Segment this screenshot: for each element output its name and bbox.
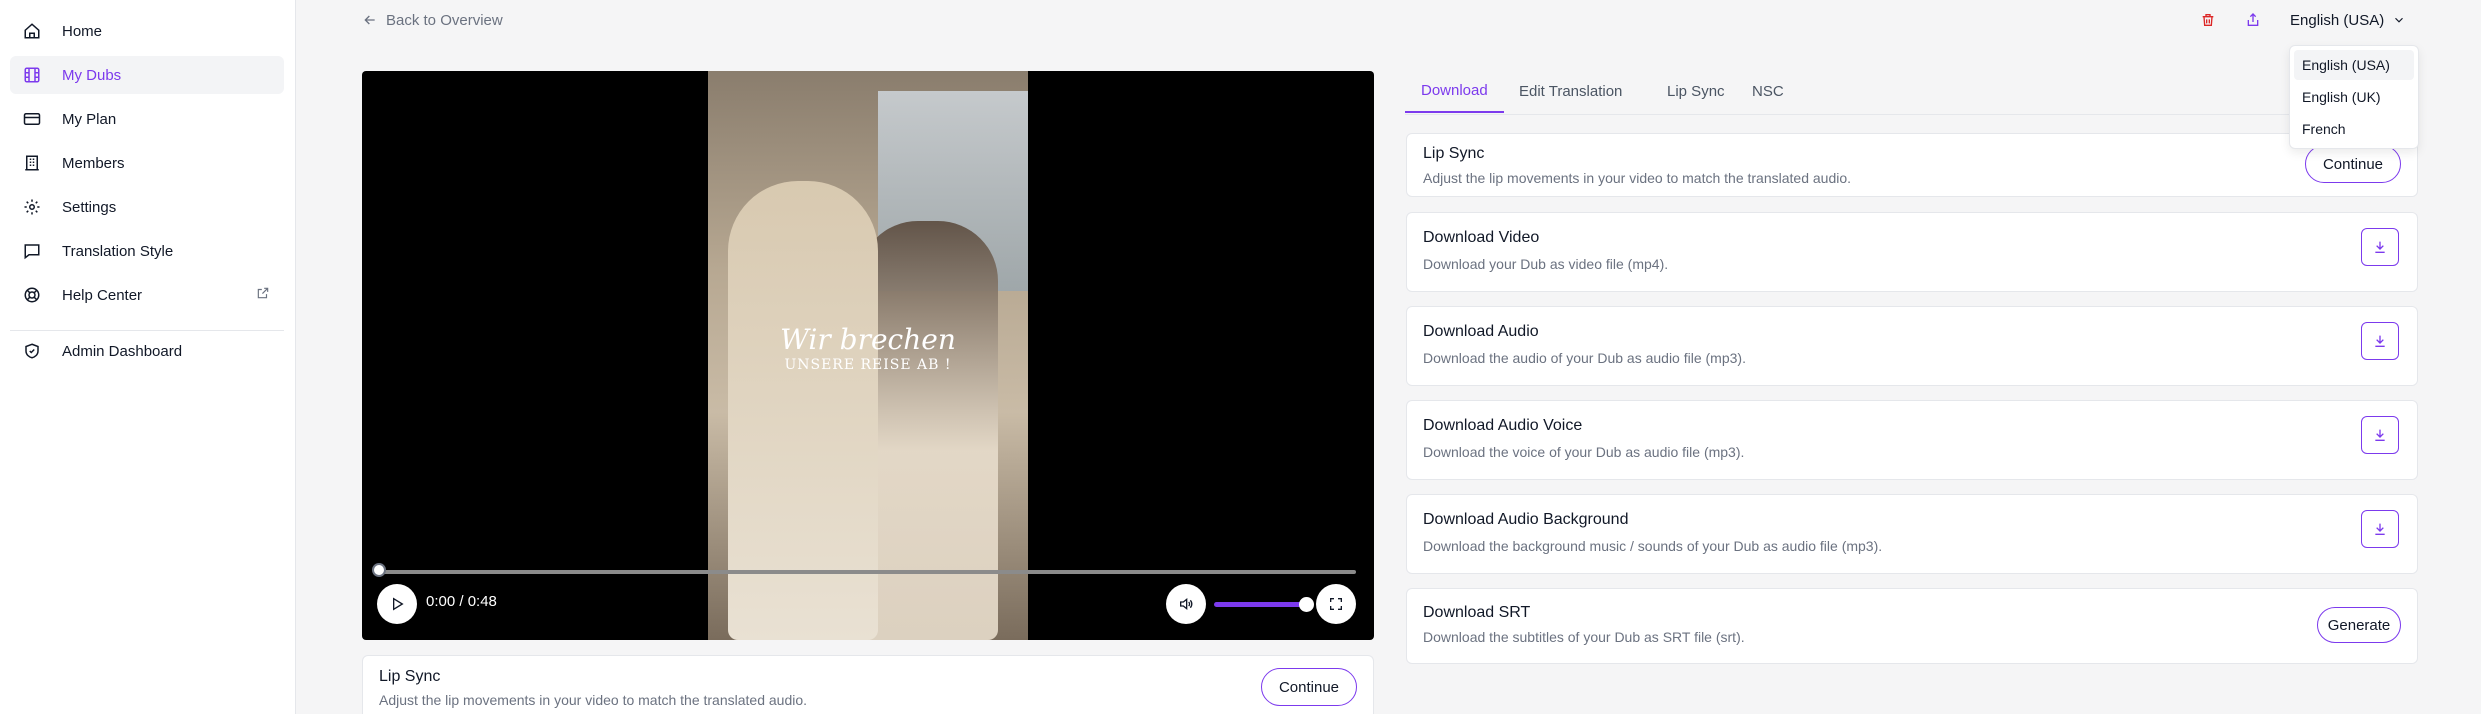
fullscreen-button[interactable]	[1316, 584, 1356, 624]
language-select-value: English (USA)	[2290, 11, 2385, 29]
video-person-driver	[858, 221, 998, 640]
language-option[interactable]: English (USA)	[2294, 50, 2414, 80]
download-audio-card: Download Audio Download the audio of you…	[1406, 306, 2418, 386]
tab-download[interactable]: Download	[1405, 70, 1504, 113]
download-icon	[2375, 335, 2385, 347]
sidebar-item-label: Help Center	[62, 286, 143, 304]
sidebar: Home My Dubs My Plan Members Settings Tr…	[0, 0, 296, 714]
download-voice-button[interactable]	[2361, 416, 2399, 454]
video-progress-bar[interactable]	[380, 570, 1356, 574]
volume-knob[interactable]	[1299, 597, 1314, 612]
download-icon	[2375, 241, 2385, 253]
building-icon	[22, 153, 42, 173]
language-dropdown: English (USA) English (UK) French	[2289, 45, 2419, 149]
sidebar-item-label: Home	[62, 22, 103, 40]
sidebar-item-admin-dashboard[interactable]: Admin Dashboard	[10, 332, 284, 370]
card-description: Adjust the lip movements in your video t…	[1423, 170, 1852, 186]
gear-icon	[22, 197, 42, 217]
sidebar-item-home[interactable]: Home	[10, 12, 284, 50]
video-caption-line2: UNSERE REISE AB !	[784, 357, 952, 373]
download-srt-card: Download SRT Download the subtitles of y…	[1406, 588, 2418, 664]
download-audio-voice-card: Download Audio Voice Download the voice …	[1406, 400, 2418, 480]
language-select[interactable]: English (USA)	[2290, 6, 2420, 34]
sidebar-item-label: My Dubs	[62, 66, 122, 84]
volume-icon	[1180, 597, 1193, 611]
back-to-overview-link[interactable]: Back to Overview	[362, 8, 503, 32]
card-description: Download the voice of your Dub as audio …	[1423, 444, 1745, 460]
sidebar-item-label: Admin Dashboard	[62, 342, 183, 360]
sidebar-item-label: My Plan	[62, 110, 117, 128]
card-description: Download the audio of your Dub as audio …	[1423, 350, 1746, 366]
video-progress-knob[interactable]	[372, 563, 386, 577]
card-title: Download Video	[1423, 229, 1540, 246]
sidebar-item-my-plan[interactable]: My Plan	[10, 100, 284, 138]
download-icon	[2375, 523, 2385, 535]
sidebar-item-label: Members	[62, 154, 125, 172]
share-button[interactable]	[2237, 6, 2269, 34]
card-description: Download your Dub as video file (mp4).	[1423, 256, 1669, 272]
tab-bar: Download Edit Translation Lip Sync NSC	[1405, 70, 2415, 115]
download-video-button[interactable]	[2361, 228, 2399, 266]
sidebar-item-label: Settings	[62, 198, 117, 216]
lip-sync-card-bottom: Lip Sync Adjust the lip movements in you…	[362, 655, 1374, 714]
language-option[interactable]: French	[2294, 114, 2414, 144]
volume-slider[interactable]	[1214, 602, 1306, 607]
lip-sync-card: Lip Sync Adjust the lip movements in you…	[1406, 133, 2418, 197]
video-caption-line1: Wir brechen	[780, 323, 956, 356]
generate-button[interactable]: Generate	[2317, 607, 2401, 643]
download-icon	[2375, 429, 2385, 441]
download-audio-background-card: Download Audio Background Download the b…	[1406, 494, 2418, 574]
download-background-button[interactable]	[2361, 510, 2399, 548]
shield-icon	[22, 341, 42, 361]
card-description: Download the background music / sounds o…	[1423, 538, 1883, 554]
play-button[interactable]	[377, 584, 417, 624]
card-title: Download SRT	[1423, 604, 1531, 621]
lifebuoy-icon	[22, 285, 42, 305]
video-time: 0:00 / 0:48	[426, 593, 497, 610]
chat-icon	[22, 241, 42, 261]
mute-button[interactable]	[1166, 584, 1206, 624]
video-player[interactable]: Wir brechen UNSERE REISE AB ! 0:00 / 0:4…	[362, 71, 1374, 640]
arrow-left-icon	[364, 15, 375, 25]
card-title: Download Audio	[1423, 323, 1539, 340]
sidebar-divider	[10, 330, 284, 331]
back-label: Back to Overview	[386, 11, 503, 29]
trash-icon	[2202, 14, 2214, 26]
sidebar-item-settings[interactable]: Settings	[10, 188, 284, 226]
play-icon	[393, 597, 404, 611]
download-audio-button[interactable]	[2361, 322, 2399, 360]
film-icon	[22, 65, 42, 85]
continue-button[interactable]: Continue	[2305, 145, 2401, 183]
credit-card-icon	[22, 109, 42, 129]
sidebar-item-help-center[interactable]: Help Center	[10, 276, 284, 314]
tab-edit-translation[interactable]: Edit Translation	[1503, 70, 1638, 113]
sidebar-item-my-dubs[interactable]: My Dubs	[10, 56, 284, 94]
card-title: Download Audio Background	[1423, 511, 1629, 528]
card-title: Lip Sync	[1423, 145, 1485, 162]
card-description: Adjust the lip movements in your video t…	[379, 692, 808, 708]
download-video-card: Download Video Download your Dub as vide…	[1406, 212, 2418, 292]
share-icon	[2247, 13, 2259, 26]
continue-button[interactable]: Continue	[1261, 668, 1357, 706]
tab-nsc[interactable]: NSC	[1736, 70, 1800, 113]
fullscreen-icon	[1330, 598, 1342, 610]
home-icon	[22, 21, 42, 41]
chevron-down-icon	[2395, 17, 2404, 23]
sidebar-item-translation-style[interactable]: Translation Style	[10, 232, 284, 270]
tab-lip-sync[interactable]: Lip Sync	[1651, 70, 1741, 113]
sidebar-item-members[interactable]: Members	[10, 144, 284, 182]
sidebar-item-label: Translation Style	[62, 242, 174, 260]
delete-button[interactable]	[2192, 6, 2224, 34]
language-option[interactable]: English (UK)	[2294, 82, 2414, 112]
card-description: Download the subtitles of your Dub as SR…	[1423, 629, 1745, 645]
external-link-icon	[256, 286, 272, 302]
card-title: Lip Sync	[379, 668, 441, 685]
video-frame: Wir brechen UNSERE REISE AB !	[708, 71, 1028, 640]
card-title: Download Audio Voice	[1423, 417, 1583, 434]
